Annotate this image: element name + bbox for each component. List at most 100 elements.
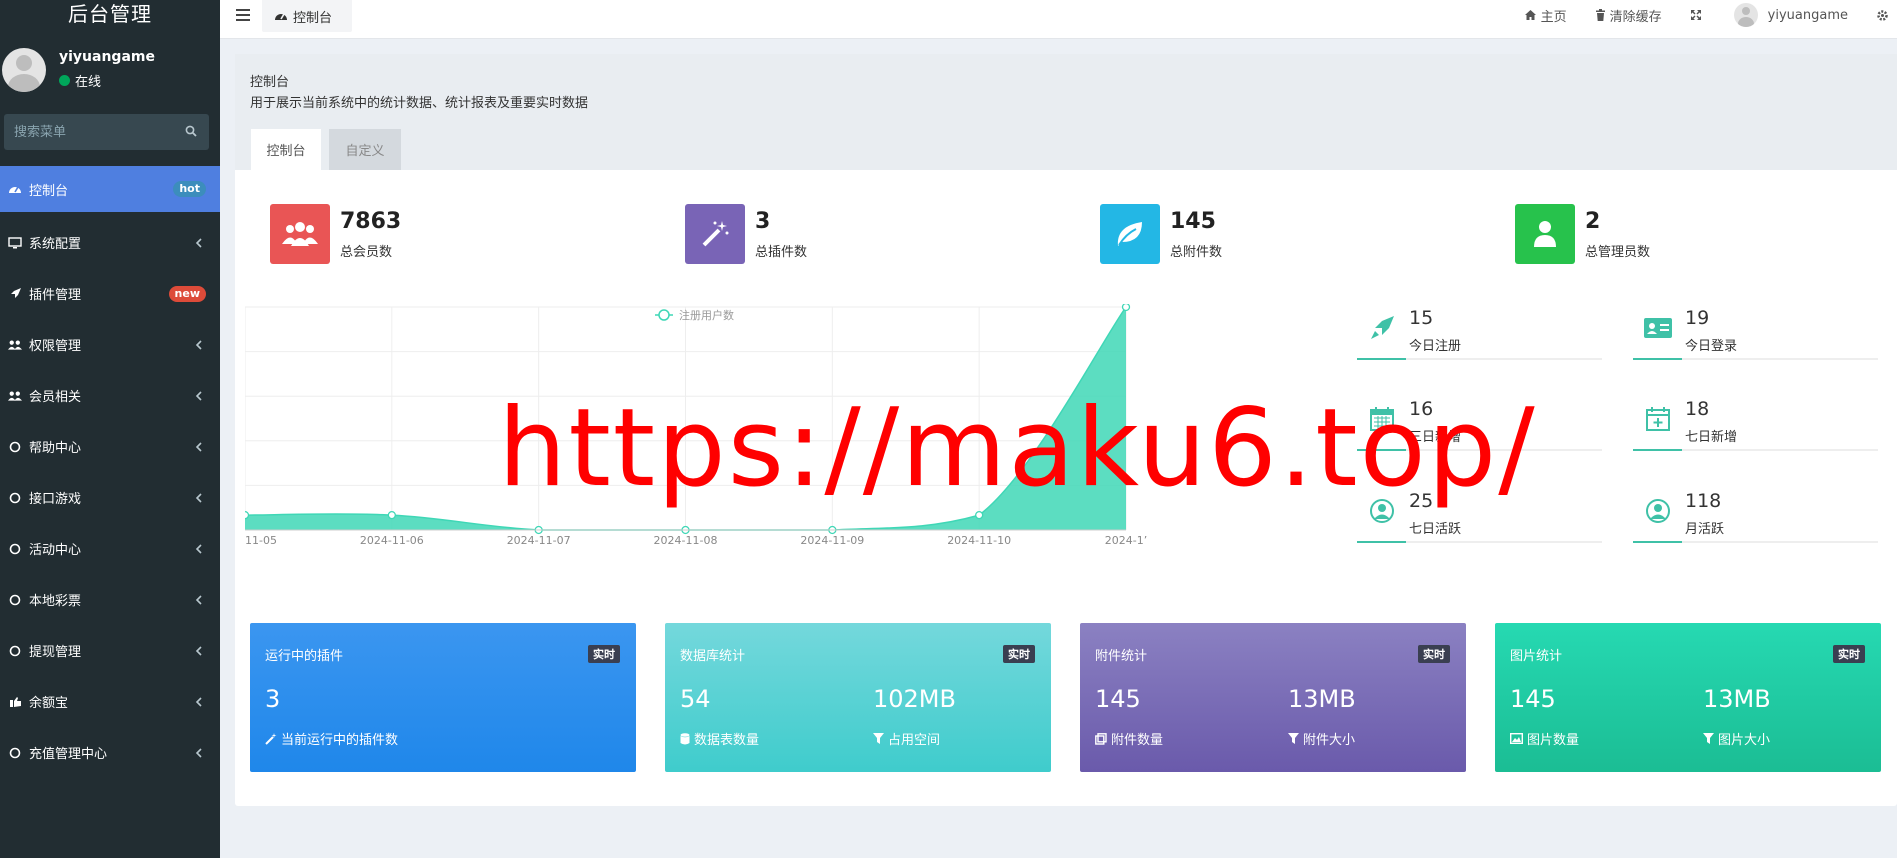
realtime-badge: 实时	[1833, 645, 1865, 663]
card-value-label-secondary: 图片大小	[1703, 729, 1770, 748]
chevron-left-icon	[195, 238, 202, 248]
card-value: 145	[1095, 685, 1141, 713]
chevron-left-icon	[195, 442, 202, 452]
tab-dashboard-content[interactable]: 控制台	[251, 129, 321, 170]
chevron-left-icon	[195, 493, 202, 503]
card-label-text: 数据表数量	[694, 733, 760, 748]
hand-icon	[8, 695, 22, 709]
settings-button[interactable]	[1876, 9, 1893, 22]
sidebar-item-label: 提现管理	[29, 645, 82, 660]
magic-icon	[265, 732, 277, 745]
user-name: yiyuangame	[59, 49, 155, 65]
card-value-label: 附件数量	[1095, 729, 1163, 748]
fullscreen-button[interactable]	[1690, 9, 1706, 21]
realtime-badge: 实时	[1418, 645, 1450, 663]
sidebar-item-recharge[interactable]: 充值管理中心	[0, 727, 220, 778]
kpi-monthly-active: 118 月活跃	[1633, 490, 1878, 550]
kpi-underline	[1633, 358, 1878, 360]
kpi-value: 18	[1685, 398, 1710, 420]
id-card-icon	[1643, 313, 1673, 343]
card-value-secondary: 13MB	[1288, 685, 1356, 713]
kpi-underline	[1357, 358, 1602, 360]
chevron-left-icon	[195, 595, 202, 605]
card-label-text: 占用空间	[888, 733, 941, 748]
kpi-underline	[1633, 449, 1878, 451]
sidebar-item-lottery[interactable]: 本地彩票	[0, 574, 220, 625]
sidebar-item-permissions[interactable]: 权限管理	[0, 319, 220, 370]
filter-icon	[1288, 733, 1299, 744]
brand-title: 后台管理	[68, 2, 152, 26]
card-label-text: 当前运行中的插件数	[281, 733, 399, 748]
sidebar-item-withdraw[interactable]: 提现管理	[0, 625, 220, 676]
users-icon	[8, 389, 22, 403]
kpi-today-login: 19 今日登录	[1633, 307, 1878, 367]
sidebar-item-plugins[interactable]: 插件管理 new	[0, 268, 220, 319]
avatar	[2, 48, 46, 92]
chart-point	[240, 510, 250, 520]
sidebar-item-label: 权限管理	[29, 339, 82, 354]
kpi-today-register: 15 今日注册	[1357, 307, 1602, 367]
new-badge: new	[168, 285, 206, 302]
menu-toggle-icon[interactable]	[236, 9, 250, 21]
sidebar-item-system-config[interactable]: 系统配置	[0, 217, 220, 268]
sidebar-item-label: 插件管理	[29, 288, 82, 303]
users-icon	[270, 204, 330, 264]
page-title: 控制台	[250, 75, 290, 90]
kpi-label: 月活跃	[1685, 522, 1725, 537]
home-icon	[1524, 10, 1536, 20]
watermark-text: https://maku6.top/	[498, 386, 1537, 511]
card-value-label-secondary: 占用空间	[873, 729, 940, 748]
database-icon	[680, 732, 690, 744]
panel-header: 控制台 用于展示当前系统中的统计数据、统计报表及重要实时数据 控制台 自定义	[235, 54, 1897, 170]
card-title: 运行中的插件	[265, 649, 344, 664]
stat-value: 3	[755, 209, 771, 234]
trash-icon	[1595, 9, 1605, 21]
chevron-left-icon	[195, 646, 202, 656]
magic-icon	[685, 204, 745, 264]
stat-label: 总插件数	[755, 245, 808, 260]
avatar	[1733, 3, 1758, 27]
sidebar-item-help[interactable]: 帮助中心	[0, 421, 220, 472]
expand-icon	[1690, 10, 1701, 20]
realtime-badge: 实时	[1003, 645, 1035, 663]
chart-point	[975, 510, 984, 520]
chart-point	[387, 510, 396, 520]
x-tick-label: 2024-11-09	[800, 534, 864, 547]
dashboard-icon	[274, 9, 288, 23]
tab-custom[interactable]: 自定义	[329, 129, 401, 170]
home-label: 主页	[1540, 9, 1567, 25]
card-attachment-stats: 附件统计 实时 145 附件数量 13MB 附件大小	[1080, 623, 1466, 772]
card-value-label: 数据表数量	[680, 729, 759, 748]
sidebar-item-dashboard[interactable]: 控制台 hot	[0, 166, 220, 212]
sidebar-item-games[interactable]: 接口游戏	[0, 472, 220, 523]
circle-icon	[8, 746, 22, 760]
card-value-label-secondary: 附件大小	[1288, 729, 1355, 748]
card-database-stats: 数据库统计 实时 54 数据表数量 102MB 占用空间	[665, 623, 1051, 772]
search-icon[interactable]	[185, 125, 197, 137]
card-value-secondary: 102MB	[873, 685, 956, 713]
leaf-icon	[1100, 204, 1160, 264]
hot-badge: hot	[173, 181, 206, 197]
sidebar-item-members[interactable]: 会员相关	[0, 370, 220, 421]
clear-cache-label: 清除缓存	[1609, 9, 1662, 25]
realtime-badge: 实时	[588, 645, 620, 663]
sidebar-menu: 控制台 hot 系统配置 插件管理 new 权限管理 会员相关 帮助中心 接口游…	[0, 166, 220, 778]
menu-search-input[interactable]	[4, 114, 174, 150]
stat-value: 145	[1170, 209, 1216, 234]
card-running-plugins: 运行中的插件 实时 3 当前运行中的插件数	[250, 623, 636, 772]
sidebar-item-balance[interactable]: 余额宝	[0, 676, 220, 727]
stat-label: 总管理员数	[1585, 245, 1651, 260]
circle-icon	[8, 542, 22, 556]
sidebar-item-activities[interactable]: 活动中心	[0, 523, 220, 574]
kpi-value: 15	[1409, 307, 1434, 329]
circle-icon	[8, 491, 22, 505]
tab-dashboard[interactable]: 控制台	[262, 0, 352, 32]
user-icon	[1515, 204, 1575, 264]
chevron-left-icon	[195, 340, 202, 350]
x-tick-label: 2024-1’	[1105, 534, 1147, 547]
online-dot-icon	[59, 75, 70, 86]
home-link[interactable]: 主页	[1524, 6, 1567, 25]
rocket-icon	[1367, 313, 1397, 343]
clear-cache-button[interactable]: 清除缓存	[1595, 6, 1662, 25]
user-menu[interactable]: yiyuangame	[1733, 3, 1848, 27]
